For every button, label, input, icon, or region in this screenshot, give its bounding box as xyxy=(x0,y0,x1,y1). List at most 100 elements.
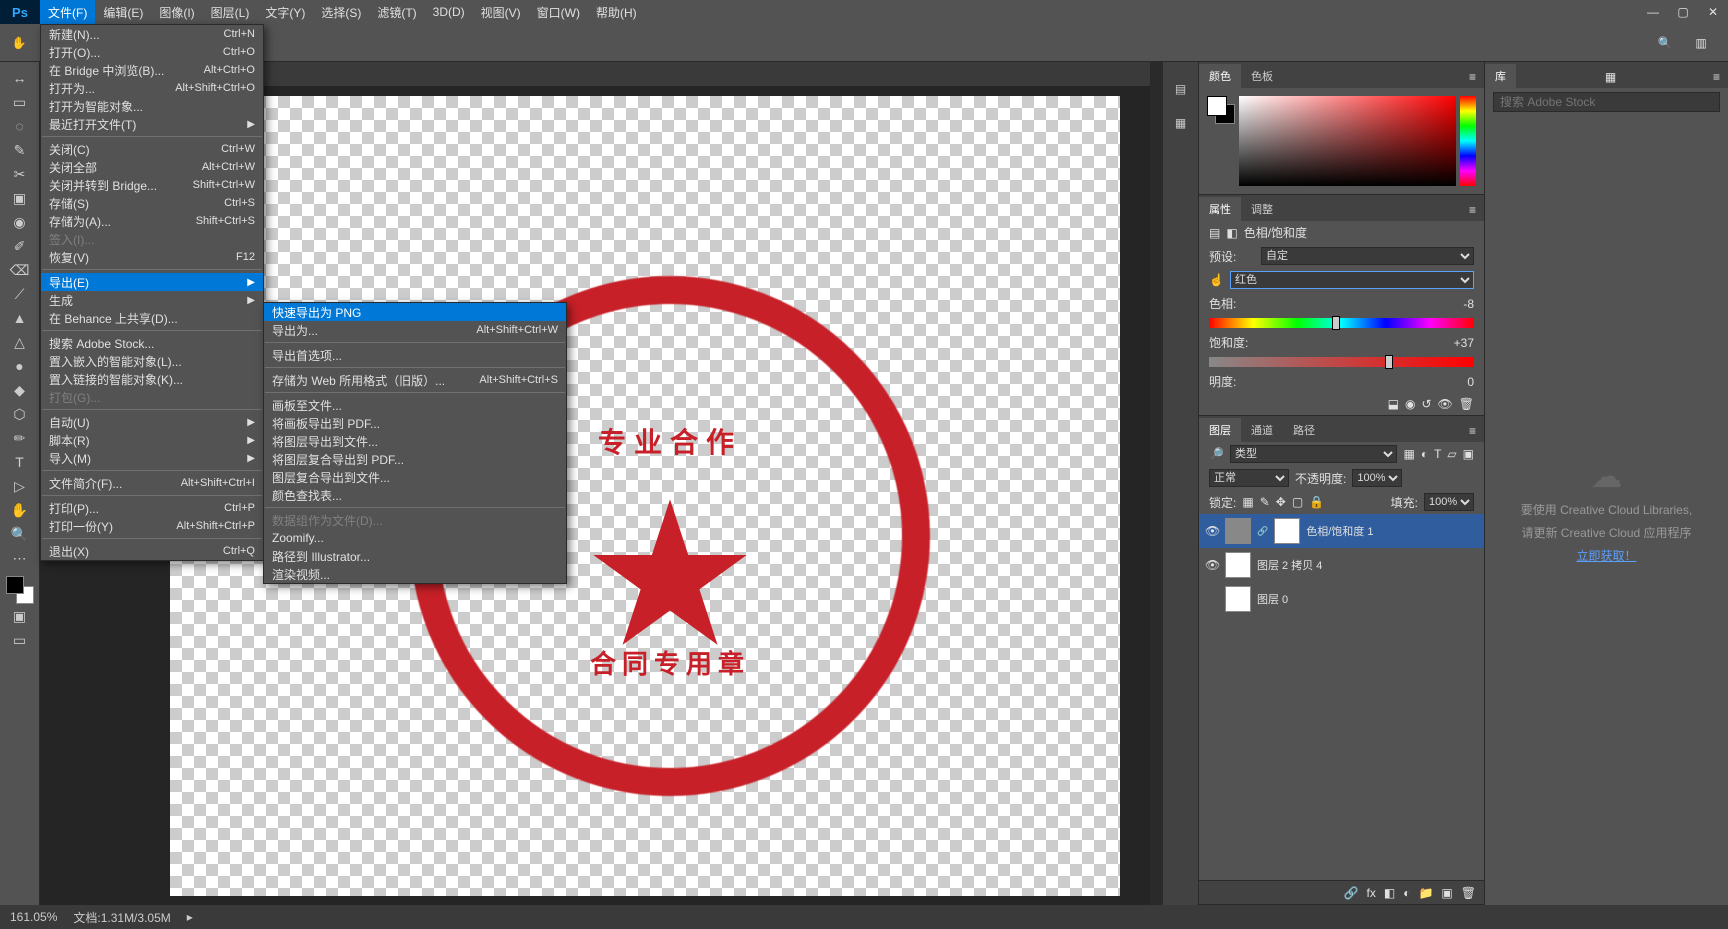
fx-icon[interactable]: fx xyxy=(1367,886,1376,900)
hand-tool[interactable]: ✋ xyxy=(6,498,34,522)
filter-pixel-icon[interactable]: ▦ xyxy=(1403,447,1414,461)
layer-name[interactable]: 色相/饱和度 1 xyxy=(1306,523,1478,539)
visibility-icon[interactable]: 👁 xyxy=(1205,558,1219,572)
menu-item[interactable]: 打印一份(Y)Alt+Shift+Ctrl+P xyxy=(41,517,263,535)
healing-tool[interactable]: ◉ xyxy=(6,210,34,234)
filter-smart-icon[interactable]: ▣ xyxy=(1463,447,1474,461)
library-search-input[interactable] xyxy=(1493,92,1720,112)
view-prev-icon[interactable]: ◉ xyxy=(1405,397,1415,411)
mask-icon[interactable]: ◧ xyxy=(1384,886,1395,900)
menu-item[interactable]: 关闭并转到 Bridge...Shift+Ctrl+W xyxy=(41,176,263,194)
dodge-tool[interactable]: ◆ xyxy=(6,378,34,402)
quickmask-toggle[interactable]: ▣ xyxy=(6,604,34,628)
menu-item[interactable]: 导出首选项... xyxy=(264,346,566,364)
menu-item[interactable]: 将画板导出到 PDF... xyxy=(264,414,566,432)
layer-row[interactable]: 👁 图层 2 拷贝 4 xyxy=(1199,548,1484,582)
layer-name[interactable]: 图层 0 xyxy=(1257,591,1478,607)
tab-adjustments[interactable]: 调整 xyxy=(1241,197,1283,221)
sat-slider-thumb[interactable] xyxy=(1385,355,1393,369)
lock-trans-icon[interactable]: ▦ xyxy=(1242,495,1253,509)
scrollbar-gutter[interactable] xyxy=(1150,62,1162,905)
move-tool[interactable]: ↔ xyxy=(6,66,34,90)
link-icon[interactable]: 🔗 xyxy=(1257,526,1268,537)
reset-icon[interactable]: ↺ xyxy=(1421,397,1431,411)
panel-menu-icon[interactable]: ≡ xyxy=(1461,420,1484,442)
adjustment-thumb[interactable] xyxy=(1225,518,1251,544)
opacity-select[interactable]: 100% xyxy=(1352,469,1402,487)
color-field[interactable] xyxy=(1239,96,1456,186)
delete-layer-icon[interactable]: 🗑 xyxy=(1461,886,1476,900)
sat-value[interactable]: +37 xyxy=(1434,336,1474,350)
menu-item[interactable]: 生成▶ xyxy=(41,291,263,309)
menu-view[interactable]: 视图(V) xyxy=(473,0,529,24)
trash-icon[interactable]: 🗑 xyxy=(1459,397,1474,411)
clip-icon[interactable]: ⬓ xyxy=(1388,397,1399,411)
menu-3d[interactable]: 3D(D) xyxy=(425,0,473,24)
filter-shape-icon[interactable]: ▱ xyxy=(1447,447,1456,461)
menu-item[interactable]: 脚本(R)▶ xyxy=(41,431,263,449)
channel-select[interactable]: 红色 xyxy=(1230,271,1474,289)
filter-adjust-icon[interactable]: ◐ xyxy=(1421,447,1428,461)
library-get-link[interactable]: 立即获取！ xyxy=(1576,547,1636,564)
menu-item[interactable]: 存储为 Web 所用格式（旧版）...Alt+Shift+Ctrl+S xyxy=(264,371,566,389)
preset-select[interactable]: 自定 xyxy=(1261,247,1474,265)
menu-item[interactable]: 打开(O)...Ctrl+O xyxy=(41,43,263,61)
gradient-tool[interactable]: △ xyxy=(6,330,34,354)
type-tool[interactable]: ✏ xyxy=(6,426,34,450)
menu-item[interactable]: 将图层导出到文件... xyxy=(264,432,566,450)
finger-icon[interactable]: ☝ xyxy=(1209,273,1224,287)
history-panel-icon[interactable]: ▤ xyxy=(1170,78,1192,100)
menu-item[interactable]: 关闭全部Alt+Ctrl+W xyxy=(41,158,263,176)
menu-item[interactable]: 退出(X)Ctrl+Q xyxy=(41,542,263,560)
menu-select[interactable]: 选择(S) xyxy=(313,0,369,24)
path-select-tool[interactable]: T xyxy=(6,450,34,474)
menu-item[interactable]: Zoomify... xyxy=(264,529,566,547)
menu-type[interactable]: 文字(Y) xyxy=(257,0,313,24)
sat-slider-track[interactable] xyxy=(1209,357,1474,367)
color-swatch[interactable] xyxy=(6,576,34,604)
menu-item[interactable]: 恢复(V)F12 xyxy=(41,248,263,266)
menu-item[interactable]: 导入(M)▶ xyxy=(41,449,263,467)
menu-item[interactable]: 新建(N)...Ctrl+N xyxy=(41,25,263,43)
menu-item[interactable]: 打开为智能对象... xyxy=(41,97,263,115)
menu-item[interactable]: 最近打开文件(T)▶ xyxy=(41,115,263,133)
menu-item[interactable]: 存储为(A)...Shift+Ctrl+S xyxy=(41,212,263,230)
lock-artboard-icon[interactable]: ▢ xyxy=(1292,495,1303,509)
tab-channels[interactable]: 通道 xyxy=(1241,418,1283,442)
blur-tool[interactable]: ● xyxy=(6,354,34,378)
new-layer-icon[interactable]: ▣ xyxy=(1441,886,1452,900)
brush-tool[interactable]: ✐ xyxy=(6,234,34,258)
menu-item[interactable]: 搜索 Adobe Stock... xyxy=(41,334,263,352)
maximize-button[interactable]: ▢ xyxy=(1668,0,1698,24)
lock-pos-icon[interactable]: ✥ xyxy=(1276,495,1286,509)
layer-thumb[interactable] xyxy=(1225,586,1251,612)
lock-paint-icon[interactable]: ✎ xyxy=(1260,495,1270,509)
toggle-vis-icon[interactable]: 👁 xyxy=(1438,397,1453,411)
menu-item[interactable]: 导出为...Alt+Shift+Ctrl+W xyxy=(264,321,566,339)
visibility-icon[interactable]: 👁 xyxy=(1205,524,1219,538)
menu-item[interactable]: 关闭(C)Ctrl+W xyxy=(41,140,263,158)
light-value[interactable]: 0 xyxy=(1434,375,1474,389)
layer-name[interactable]: 图层 2 拷贝 4 xyxy=(1257,557,1478,573)
fill-select[interactable]: 100% xyxy=(1424,493,1474,511)
doc-info[interactable]: 文档:1.31M/3.05M xyxy=(73,909,170,926)
hue-slider-thumb[interactable] xyxy=(1332,316,1340,330)
lasso-tool[interactable]: ◌ xyxy=(6,114,34,138)
lib-view-icon[interactable]: ▦ xyxy=(1597,66,1624,88)
menu-edit[interactable]: 编辑(E) xyxy=(95,0,151,24)
menu-item[interactable]: 存储(S)Ctrl+S xyxy=(41,194,263,212)
workspace-icon[interactable]: ▥ xyxy=(1690,32,1712,54)
hue-value[interactable]: -8 xyxy=(1434,297,1474,311)
tab-layers[interactable]: 图层 xyxy=(1199,418,1241,442)
clone-tool[interactable]: ⌫ xyxy=(6,258,34,282)
status-arrow-icon[interactable]: ▸ xyxy=(187,910,193,924)
eraser-tool[interactable]: ▲ xyxy=(6,306,34,330)
menu-item[interactable]: 打印(P)...Ctrl+P xyxy=(41,499,263,517)
panel-menu-icon[interactable]: ≡ xyxy=(1461,199,1484,221)
menu-item[interactable]: 快速导出为 PNG xyxy=(264,303,566,321)
crop-tool[interactable]: ✂ xyxy=(6,162,34,186)
menu-filter[interactable]: 滤镜(T) xyxy=(369,0,424,24)
menu-item[interactable]: 打开为...Alt+Shift+Ctrl+O xyxy=(41,79,263,97)
menu-item[interactable]: 路径到 Illustrator... xyxy=(264,547,566,565)
tab-swatches[interactable]: 色板 xyxy=(1241,64,1283,88)
